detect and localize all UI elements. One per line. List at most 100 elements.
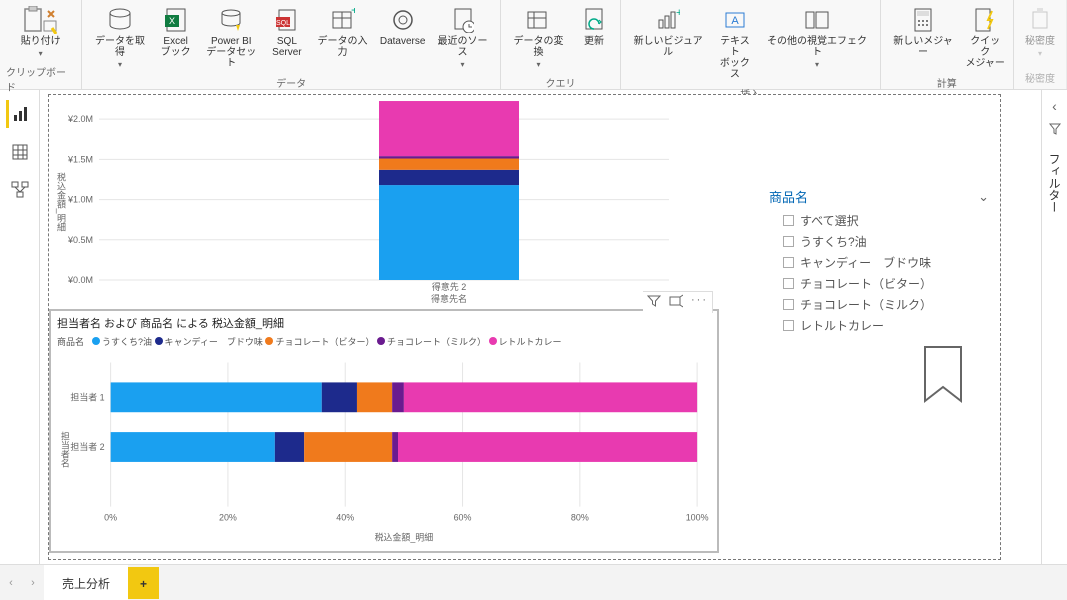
chart-title: 担当者名 および 商品名 による 税込金額_明細 bbox=[51, 311, 717, 331]
legend-item: レトルトカレー bbox=[489, 337, 562, 347]
clipboard-icon bbox=[24, 6, 58, 34]
svg-text:A: A bbox=[731, 15, 739, 27]
model-view-button[interactable] bbox=[6, 176, 34, 204]
slicer-item-label: うすくち?油 bbox=[800, 233, 867, 250]
database-icon bbox=[107, 6, 133, 34]
refresh-button[interactable]: 更新 bbox=[574, 2, 614, 51]
chart-stacked-bar-100pct[interactable]: ··· 担当者名 および 商品名 による 税込金額_明細 商品名 うすくち?油 … bbox=[49, 309, 719, 553]
checkbox-icon[interactable] bbox=[783, 320, 794, 331]
transform-icon bbox=[526, 6, 550, 34]
new-visual-button[interactable]: + 新しいビジュアル bbox=[627, 2, 709, 62]
tab-prev-button[interactable]: ‹ bbox=[9, 577, 13, 589]
more-visuals-button[interactable]: その他の視覚エフェクト▾ bbox=[761, 2, 874, 73]
new-visual-label: 新しいビジュアル bbox=[629, 36, 707, 58]
chart-stacked-column[interactable]: ¥0.0M¥0.5M¥1.0M¥1.5M¥2.0M得意先 2得意先名税込金額_明… bbox=[49, 95, 689, 310]
ribbon: 貼り付け ▾ クリップボード データを取得▾ X Excel ブック Power … bbox=[0, 0, 1067, 90]
new-measure-button[interactable]: 新しいメジャー bbox=[887, 2, 960, 62]
checkbox-icon[interactable] bbox=[783, 299, 794, 310]
textbox-icon: A bbox=[723, 6, 747, 34]
slicer-item[interactable]: すべて選択 bbox=[769, 210, 989, 231]
checkbox-icon[interactable] bbox=[783, 278, 794, 289]
slicer-item[interactable]: チョコレート（ミルク） bbox=[769, 294, 989, 315]
data-view-button[interactable] bbox=[6, 138, 34, 166]
chevron-down-icon: ▾ bbox=[536, 60, 540, 69]
bookmark-icon[interactable] bbox=[919, 345, 967, 408]
dataverse-button[interactable]: Dataverse bbox=[378, 2, 427, 51]
slicer-item-label: すべて選択 bbox=[800, 212, 859, 229]
legend-item: チョコレート（ビター） bbox=[265, 337, 374, 347]
ribbon-group-data: データを取得▾ X Excel ブック Power BI データセット SQLSQ… bbox=[82, 0, 501, 89]
get-data-button[interactable]: データを取得▾ bbox=[88, 2, 151, 73]
checkbox-icon[interactable] bbox=[783, 236, 794, 247]
slicer-item[interactable]: レトルトカレー bbox=[769, 315, 989, 336]
chevron-down-icon[interactable]: ⌄ bbox=[978, 189, 989, 205]
report-view-button[interactable] bbox=[6, 100, 34, 128]
filter-icon[interactable] bbox=[647, 294, 661, 311]
svg-text:担当者名: 担当者名 bbox=[60, 430, 70, 468]
dataverse-icon bbox=[391, 6, 415, 34]
add-page-button[interactable]: + bbox=[128, 567, 159, 599]
svg-text:X: X bbox=[169, 16, 175, 26]
svg-text:¥2.0M: ¥2.0M bbox=[67, 114, 93, 124]
transform-data-button[interactable]: データの変換 ▾ bbox=[507, 2, 570, 73]
slicer-item-label: キャンディー ブドウ味 bbox=[800, 254, 931, 271]
quick-measure-button[interactable]: クイック メジャー bbox=[963, 2, 1007, 73]
page-tab-active[interactable]: 売上分析 bbox=[44, 565, 128, 600]
focus-mode-icon[interactable] bbox=[669, 294, 683, 311]
calculator-icon bbox=[913, 6, 933, 34]
tab-nav: ‹ › bbox=[0, 577, 44, 589]
page-tab-bar: ‹ › 売上分析 + bbox=[0, 564, 1067, 600]
sql-label: SQL Server bbox=[272, 36, 301, 58]
checkbox-icon[interactable] bbox=[783, 257, 794, 268]
sensitivity-label: 秘密度 bbox=[1025, 36, 1055, 47]
visual-header: ··· bbox=[643, 291, 713, 313]
textbox-button[interactable]: Aテキスト ボックス bbox=[713, 2, 756, 84]
slicer-item-label: チョコレート（ミルク） bbox=[800, 296, 932, 313]
checkbox-icon[interactable] bbox=[783, 215, 794, 226]
sensitivity-button: 秘密度▾ bbox=[1020, 2, 1060, 62]
chevron-down-icon: ▾ bbox=[461, 60, 465, 69]
ribbon-group-insert: +新しいビジュアル Aテキスト ボックス その他の視覚エフェクト▾ 挿入 bbox=[621, 0, 881, 89]
recent-label: 最近のソース bbox=[433, 36, 492, 58]
legend-title: 商品名 bbox=[57, 335, 84, 348]
chevron-down-icon: ▾ bbox=[118, 60, 122, 69]
pbi-dataset-label: Power BI データセット bbox=[202, 36, 261, 69]
ribbon-group-label: 秘密度 bbox=[1025, 68, 1055, 87]
svg-text:得意先名: 得意先名 bbox=[431, 293, 467, 304]
pbi-dataset-button[interactable]: Power BI データセット bbox=[200, 2, 263, 73]
more-options-icon[interactable]: ··· bbox=[691, 294, 708, 311]
sql-server-button[interactable]: SQLSQL Server bbox=[267, 2, 307, 62]
svg-text:60%: 60% bbox=[454, 513, 472, 523]
chevron-down-icon: ▾ bbox=[39, 49, 43, 58]
quick-measure-label: クイック メジャー bbox=[965, 36, 1005, 69]
recent-sources-button[interactable]: 最近のソース ▾ bbox=[431, 2, 494, 73]
ribbon-group-clipboard: 貼り付け ▾ クリップボード bbox=[0, 0, 82, 89]
slicer-product[interactable]: 商品名 ⌄ すべて選択うすくち?油キャンディー ブドウ味チョコレート（ビター）チ… bbox=[769, 187, 989, 336]
enter-data-button[interactable]: +データの入力 bbox=[311, 2, 374, 62]
svg-text:¥0.5M: ¥0.5M bbox=[67, 235, 93, 245]
paste-label: 貼り付け bbox=[21, 36, 61, 47]
paste-button[interactable]: 貼り付け ▾ bbox=[11, 2, 71, 62]
svg-text:¥1.0M: ¥1.0M bbox=[67, 195, 93, 205]
slicer-item[interactable]: チョコレート（ビター） bbox=[769, 273, 989, 294]
svg-text:税込金額_明細: 税込金額_明細 bbox=[56, 171, 66, 231]
filters-icon[interactable] bbox=[1048, 122, 1062, 139]
sql-icon: SQL bbox=[276, 6, 298, 34]
collapse-icon[interactable]: ‹ bbox=[1052, 98, 1057, 114]
tab-next-button[interactable]: › bbox=[31, 577, 35, 589]
slicer-item[interactable]: うすくち?油 bbox=[769, 231, 989, 252]
chevron-down-icon: ▾ bbox=[815, 60, 819, 69]
excel-label: Excel ブック bbox=[161, 36, 191, 58]
ribbon-group-calc: 新しいメジャー クイック メジャー 計算 bbox=[881, 0, 1014, 89]
refresh-label: 更新 bbox=[584, 36, 604, 47]
chart-plus-icon: + bbox=[656, 6, 680, 34]
svg-text:0%: 0% bbox=[104, 513, 117, 523]
filters-pane-label[interactable]: フィルター bbox=[1046, 147, 1063, 213]
svg-text:100%: 100% bbox=[686, 513, 709, 523]
slicer-item[interactable]: キャンディー ブドウ味 bbox=[769, 252, 989, 273]
transform-label: データの変換 bbox=[509, 36, 568, 58]
slicer-item-label: チョコレート（ビター） bbox=[800, 275, 932, 292]
svg-text:+: + bbox=[676, 8, 680, 19]
excel-button[interactable]: X Excel ブック bbox=[156, 2, 196, 62]
report-canvas[interactable]: ¥0.0M¥0.5M¥1.0M¥1.5M¥2.0M得意先 2得意先名税込金額_明… bbox=[40, 90, 1041, 564]
